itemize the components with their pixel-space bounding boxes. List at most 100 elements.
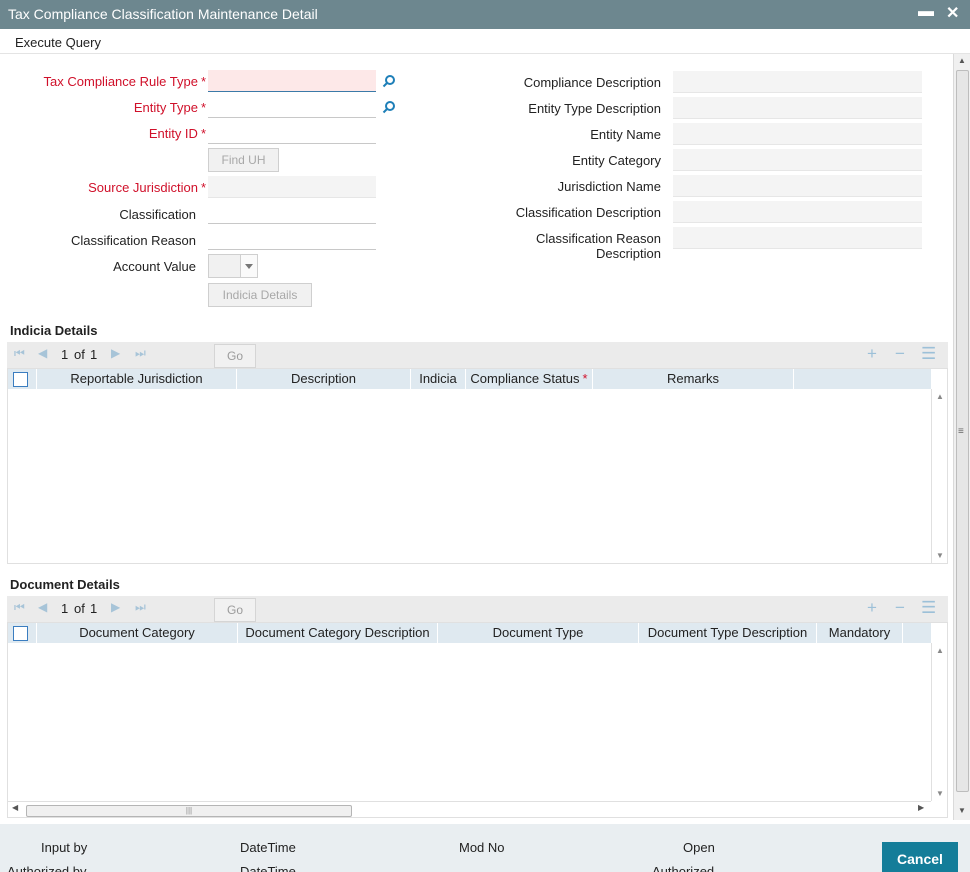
entity-id-label: Entity ID * (148, 126, 206, 141)
scroll-left-icon[interactable]: ◀ (12, 803, 18, 812)
document-grid-hscroll[interactable]: ◀ ||| ▶ (8, 801, 931, 817)
prev-page-icon[interactable]: ◀ (38, 346, 47, 360)
document-details-title: Document Details (10, 577, 120, 592)
jurisdiction-name-label: Jurisdiction Name (557, 179, 661, 194)
mod-no-label: Mod No (459, 840, 505, 855)
cancel-button[interactable]: Cancel (882, 842, 958, 872)
scroll-up-icon[interactable]: ▲ (936, 392, 944, 401)
window-title: Tax Compliance Classification Maintenanc… (8, 6, 318, 22)
scroll-down-icon[interactable]: ▼ (936, 551, 944, 560)
indicia-col-indicia[interactable]: Indicia (411, 369, 466, 389)
scroll-up-icon[interactable]: ▲ (958, 56, 966, 65)
page-vscroll[interactable]: ▲ ≡ ▼ (953, 54, 970, 820)
scroll-down-icon[interactable]: ▼ (936, 789, 944, 798)
first-page-icon[interactable]: ⏮ (14, 346, 25, 361)
menu-bar: Execute Query (0, 29, 970, 54)
entity-name-field (673, 123, 922, 145)
indicia-select-all-cell (8, 369, 37, 389)
next-page-icon[interactable]: ▶ (111, 346, 120, 360)
compliance-description-field (673, 71, 922, 93)
scroll-grip-icon: ≡ (958, 426, 964, 437)
entity-id-input[interactable] (208, 122, 376, 144)
entity-category-label: Entity Category (572, 153, 661, 168)
account-value-select[interactable] (208, 254, 258, 278)
scroll-down-icon[interactable]: ▼ (958, 806, 966, 815)
document-pager: ⏮ ◀ 1 of 1 ▶ ⏭ Go + − ☰ (7, 596, 948, 622)
prev-page-icon[interactable]: ◀ (38, 600, 47, 614)
entity-type-description-label: Entity Type Description (528, 101, 661, 116)
authorized-by-label: Authorized by (7, 864, 87, 872)
classification-reason-description-label: Classification Reason Description (535, 231, 661, 261)
tax-rule-type-search-icon[interactable] (382, 74, 396, 88)
jurisdiction-name-field (673, 175, 922, 197)
input-by-label: Input by (41, 840, 88, 855)
entity-category-field (673, 149, 922, 171)
classification-description-field (673, 201, 922, 223)
first-page-icon[interactable]: ⏮ (14, 600, 25, 615)
classification-label: Classification (119, 207, 196, 222)
indicia-grid-vscroll[interactable]: ▲ ▼ (931, 389, 947, 563)
document-col-mandatory[interactable]: Mandatory (817, 623, 903, 643)
classification-reason-label: Classification Reason (70, 233, 196, 248)
input-datetime-label: DateTime (240, 840, 296, 855)
source-jurisdiction-label: Source Jurisdiction * (88, 180, 206, 195)
document-page-of: of (74, 601, 85, 616)
scroll-right-icon[interactable]: ▶ (918, 803, 924, 812)
classification-description-label: Classification Description (515, 205, 661, 220)
indicia-grid: Reportable Jurisdiction Description Indi… (7, 368, 948, 564)
entity-name-label: Entity Name (590, 127, 661, 142)
window-titlebar: Tax Compliance Classification Maintenanc… (0, 0, 970, 29)
add-row-icon[interactable]: + (867, 598, 877, 618)
scroll-up-icon[interactable]: ▲ (936, 646, 944, 655)
execute-query-menu[interactable]: Execute Query (15, 35, 101, 50)
indicia-col-remarks[interactable]: Remarks (593, 369, 794, 389)
list-view-icon[interactable]: ☰ (921, 344, 936, 364)
indicia-details-button[interactable]: Indicia Details (208, 283, 312, 307)
indicia-go-button[interactable]: Go (214, 344, 256, 368)
indicia-col-reportable-jurisdiction[interactable]: Reportable Jurisdiction (37, 369, 237, 389)
find-uh-button[interactable]: Find UH (208, 148, 279, 172)
classification-reason-input[interactable] (208, 228, 376, 250)
classification-input[interactable] (208, 202, 376, 224)
next-page-icon[interactable]: ▶ (111, 600, 120, 614)
remove-row-icon[interactable]: − (895, 344, 905, 364)
remove-row-icon[interactable]: − (895, 598, 905, 618)
document-col-type[interactable]: Document Type (438, 623, 639, 643)
entity-type-label: Entity Type * (133, 100, 206, 115)
last-page-icon[interactable]: ⏭ (135, 600, 146, 615)
minimize-icon[interactable]: ▬ (918, 3, 934, 21)
entity-type-description-field (673, 97, 922, 119)
document-col-type-description[interactable]: Document Type Description (639, 623, 817, 643)
indicia-page-total: 1 (90, 347, 98, 362)
indicia-col-description[interactable]: Description (237, 369, 411, 389)
authorized-datetime-label: DateTime (240, 864, 296, 872)
authorized-label: Authorized (652, 864, 715, 872)
close-icon[interactable]: ✕ (946, 3, 959, 23)
document-select-all-cell (8, 623, 37, 643)
document-select-all-checkbox[interactable] (13, 626, 28, 641)
hscroll-thumb[interactable]: ||| (26, 805, 352, 817)
indicia-select-all-checkbox[interactable] (13, 372, 28, 387)
document-grid: Document Category Document Category Desc… (7, 622, 948, 818)
indicia-details-title: Indicia Details (10, 323, 98, 338)
document-col-category[interactable]: Document Category (37, 623, 238, 643)
indicia-pager: ⏮ ◀ 1 of 1 ▶ ⏭ Go + − ☰ (7, 342, 948, 368)
document-page-total: 1 (90, 601, 98, 616)
document-go-button[interactable]: Go (214, 598, 256, 622)
last-page-icon[interactable]: ⏭ (135, 346, 146, 361)
entity-type-search-icon[interactable] (382, 100, 396, 114)
tax-rule-type-label: Tax Compliance Rule Type * (43, 74, 206, 89)
list-view-icon[interactable]: ☰ (921, 598, 936, 618)
document-grid-header: Document Category Document Category Desc… (8, 623, 931, 643)
indicia-col-compliance-status[interactable]: Compliance Status * (466, 369, 593, 389)
document-grid-vscroll[interactable]: ▲ ▼ (931, 643, 947, 801)
account-value-label: Account Value (113, 259, 196, 274)
compliance-description-label: Compliance Description (523, 75, 661, 90)
source-jurisdiction-input[interactable] (208, 176, 376, 198)
indicia-grid-header: Reportable Jurisdiction Description Indi… (8, 369, 931, 389)
add-row-icon[interactable]: + (867, 344, 877, 364)
document-col-category-description[interactable]: Document Category Description (238, 623, 438, 643)
chevron-down-icon[interactable] (240, 255, 257, 277)
tax-rule-type-input[interactable] (208, 70, 376, 92)
entity-type-input[interactable] (208, 96, 376, 118)
